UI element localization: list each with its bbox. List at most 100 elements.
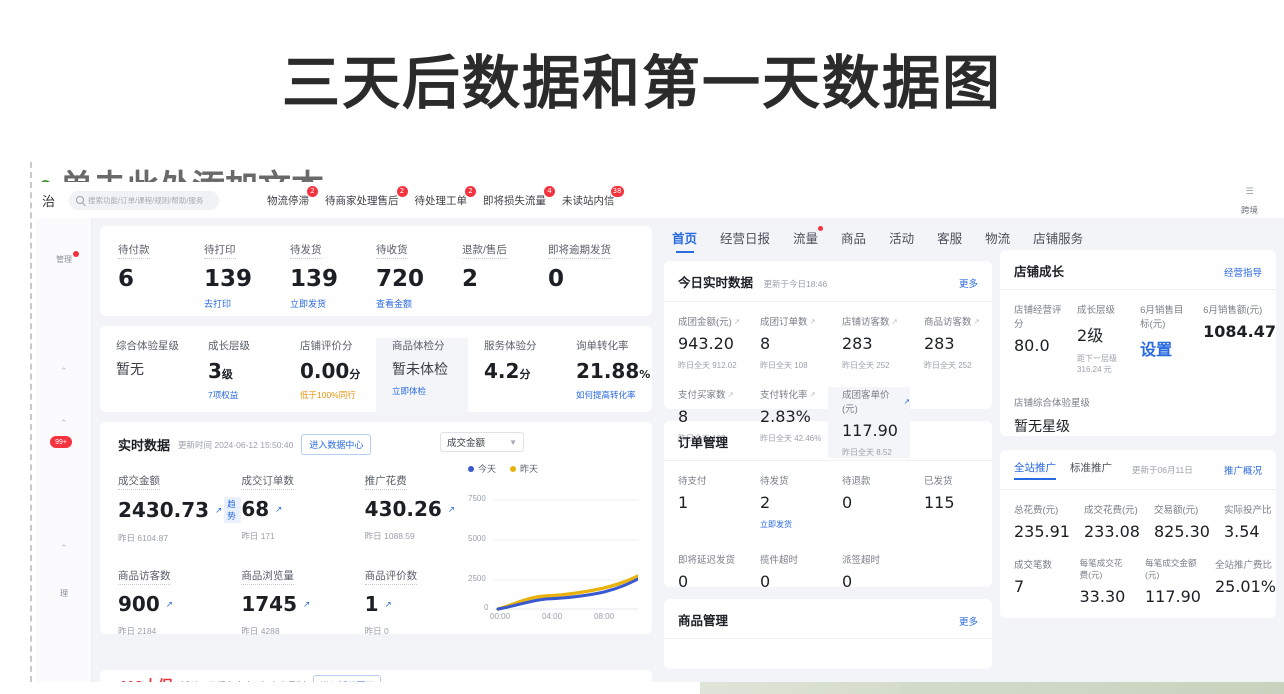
trend-icon[interactable]: ↗ <box>166 599 173 610</box>
metric-cell[interactable]: 商品浏览量 1745 ↗ 昨日 4288 <box>241 566 364 637</box>
growth-cell[interactable]: 6月销售目标(元) 设置 <box>1126 302 1189 375</box>
promo-stat-cell[interactable]: 总花费(元) 235.91 <box>1000 502 1070 541</box>
alert-item[interactable]: 即将损失流量 4 <box>483 193 546 208</box>
kpi-label: 支付买家数↗ <box>678 387 746 401</box>
topbar-right-group[interactable]: ☰ 跨境 <box>1241 186 1258 216</box>
chevron-up-icon[interactable]: ⌃ <box>60 366 68 377</box>
chevron-up-icon[interactable]: ⌃ <box>60 418 68 429</box>
order-cell-link[interactable]: 去打印 <box>204 297 290 310</box>
today-realtime-title: 今日实时数据 <box>678 276 753 290</box>
order-stat-cell[interactable]: 派签超时 0 <box>828 552 910 591</box>
promo-stat-label: 成交笔数 <box>1014 557 1066 571</box>
alert-item[interactable]: 待处理工单 2 <box>415 193 468 208</box>
promo-strip[interactable]: 413大促 活动：已报名商家 | 每人会员制 进入活动页面 <box>100 670 652 682</box>
order-stat-cell[interactable]: 待支付 1 <box>664 473 746 530</box>
score-cell[interactable]: 询单转化率 21.88% 如何提高转化率 <box>560 338 652 412</box>
kpi-cell[interactable]: 支付转化率↗ 2.83% 昨日全天 42.46% <box>746 387 828 458</box>
trend-icon[interactable]: ↗ <box>448 504 455 515</box>
order-cell[interactable]: 退款/售后 2 <box>462 240 548 310</box>
metric-label: 推广花费 <box>365 473 407 490</box>
trend-icon[interactable]: ↗ <box>303 599 310 610</box>
promo-stat-cell[interactable]: 成交笔数 7 <box>1000 557 1066 606</box>
tab-traffic[interactable]: 流量 <box>793 228 818 253</box>
order-cell[interactable]: 待发货 139 立即发货 <box>290 240 376 310</box>
tab-home[interactable]: 首页 <box>672 228 697 253</box>
promo-stat-label: 每笔成交金额(元) <box>1145 557 1201 581</box>
metric-cell[interactable]: 成交金额 2430.73 ↗趋势 昨日 6104.87 <box>118 471 241 544</box>
enter-data-center-button[interactable]: 进入数据中心 <box>301 434 371 455</box>
order-stat-cell[interactable]: 揽件超时 0 <box>746 552 828 591</box>
tab-products[interactable]: 商品 <box>841 228 866 253</box>
promo-stat-cell[interactable]: 每笔成交花费(元) 33.30 <box>1066 557 1132 606</box>
order-stat-cell[interactable]: 待退款 0 <box>828 473 910 530</box>
more-link[interactable]: 更多 <box>959 276 978 290</box>
score-cell[interactable]: 成长层级 3级 7项权益 <box>192 338 284 412</box>
alert-item[interactable]: 待商家处理售后 2 <box>325 193 399 208</box>
promo-stat-cell[interactable]: 每笔成交金额(元) 117.90 <box>1131 557 1201 606</box>
kpi-value: 117.90 <box>842 421 910 440</box>
kpi-cell[interactable]: 店铺访客数↗ 283 昨日全天 252 <box>828 314 910 371</box>
order-stat-link[interactable]: 立即发货 <box>760 519 828 530</box>
score-cell[interactable]: 综合体验星级 暂无 <box>100 338 192 412</box>
rail-item-secondary[interactable]: 理 <box>36 588 92 599</box>
star-label: 店铺综合体验星级 <box>1014 395 1276 409</box>
order-cell[interactable]: 即将逾期发货 0 <box>548 240 634 310</box>
promo-stat-cell[interactable]: 实际投产比 3.54 <box>1210 502 1276 541</box>
order-stat-cell[interactable]: 待发货 2 立即发货 <box>746 473 828 530</box>
tab-daily-report[interactable]: 经营日报 <box>720 228 770 253</box>
tab-standard-promotion[interactable]: 标准推广 <box>1070 460 1112 480</box>
order-cell-link[interactable]: 立即发货 <box>290 297 376 310</box>
promo-stat-label: 每笔成交花费(元) <box>1080 557 1132 581</box>
today-realtime-row-1: 成团金额(元)↗ 943.20 昨日全天 912.02 成团订单数↗ 8 昨日全… <box>664 302 992 385</box>
kpi-cell[interactable]: 商品访客数↗ 283 昨日全天 252 <box>910 314 992 371</box>
score-cell[interactable]: 店铺评价分 0.00分 低于100%同行 <box>284 338 376 412</box>
trend-icon-group[interactable]: ↗趋势 <box>215 497 241 523</box>
order-stat-cell[interactable]: 即将延迟发货 0 <box>664 552 746 591</box>
set-goal-link[interactable]: 设置 <box>1140 336 1189 360</box>
kpi-cell[interactable]: 成团客单价(元)↗ 117.90 昨日全天 8.52 <box>828 387 910 458</box>
kpi-label: 商品访客数↗ <box>924 314 992 328</box>
trend-icon[interactable]: ↗ <box>385 599 392 610</box>
promotion-overview-link[interactable]: 推广概况 <box>1224 463 1262 477</box>
alert-item[interactable]: 未读站内信 38 <box>562 193 615 208</box>
alert-label: 待商家处理售后 <box>325 195 399 207</box>
more-link[interactable]: 更多 <box>959 614 978 628</box>
metric-cell[interactable]: 成交订单数 68 ↗ 昨日 171 <box>241 471 364 544</box>
score-sub[interactable]: 立即体检 <box>392 385 468 397</box>
growth-cell[interactable]: 6月销售额(元) 1084.47 <box>1189 302 1276 375</box>
rail-item-manage[interactable]: 管理 <box>36 254 92 265</box>
search-input[interactable]: 搜索功能/订单/课程/规则/帮助/服务 <box>69 191 219 210</box>
score-sub[interactable]: 低于100%同行 <box>300 389 376 401</box>
score-sub[interactable]: 7项权益 <box>208 389 284 401</box>
metric-select[interactable]: 成交金额 ▼ <box>440 432 524 452</box>
score-sub[interactable]: 如何提高转化率 <box>576 389 652 401</box>
growth-cell[interactable]: 店铺经营评分 80.0 <box>1000 302 1063 375</box>
kpi-cell[interactable]: 成团金额(元)↗ 943.20 昨日全天 912.02 <box>664 314 746 371</box>
order-cell[interactable]: 待打印 139 去打印 <box>204 240 290 310</box>
alert-label: 待处理工单 <box>415 195 468 207</box>
promo-button[interactable]: 进入活动页面 <box>313 675 381 683</box>
score-cell[interactable]: 商品体检分 暂未体检 立即体检 <box>376 338 468 412</box>
tab-dot-icon <box>818 226 823 231</box>
order-cell[interactable]: 待收货 720 查看金额 <box>376 240 462 310</box>
promo-stat-cell[interactable]: 全站推广费比 25.01% <box>1201 557 1276 606</box>
alert-item[interactable]: 物流停滞 2 <box>267 193 309 208</box>
order-cell-link[interactable]: 查看金额 <box>376 297 462 310</box>
promo-stat-value: 235.91 <box>1014 522 1070 541</box>
order-stat-cell[interactable]: 已发货 115 <box>910 473 992 530</box>
growth-cell[interactable]: 成长层级 2级 距下一层级 316.24 元 <box>1063 302 1126 375</box>
tab-global-promotion[interactable]: 全站推广 <box>1014 460 1056 480</box>
trend-icon[interactable]: ↗ <box>275 504 282 515</box>
operation-guide-link[interactable]: 经营指导 <box>1224 265 1262 279</box>
chart-xtick: 08:00 <box>594 612 614 621</box>
metric-cell[interactable]: 商品访客数 900 ↗ 昨日 2184 <box>118 566 241 637</box>
promo-stat-cell[interactable]: 成交花费(元) 233.08 <box>1070 502 1140 541</box>
tab-activities[interactable]: 活动 <box>889 228 914 253</box>
order-cell[interactable]: 待付款 6 <box>118 240 204 310</box>
promo-stat-cell[interactable]: 交易额(元) 825.30 <box>1140 502 1210 541</box>
score-cell[interactable]: 服务体验分 4.2分 <box>468 338 560 412</box>
tab-customer-service[interactable]: 客服 <box>937 228 962 253</box>
kpi-cell[interactable]: 成团订单数↗ 8 昨日全天 108 <box>746 314 828 371</box>
metric-value-line: 68 ↗ <box>241 497 364 521</box>
chevron-up-icon[interactable]: ⌃ <box>60 543 68 554</box>
